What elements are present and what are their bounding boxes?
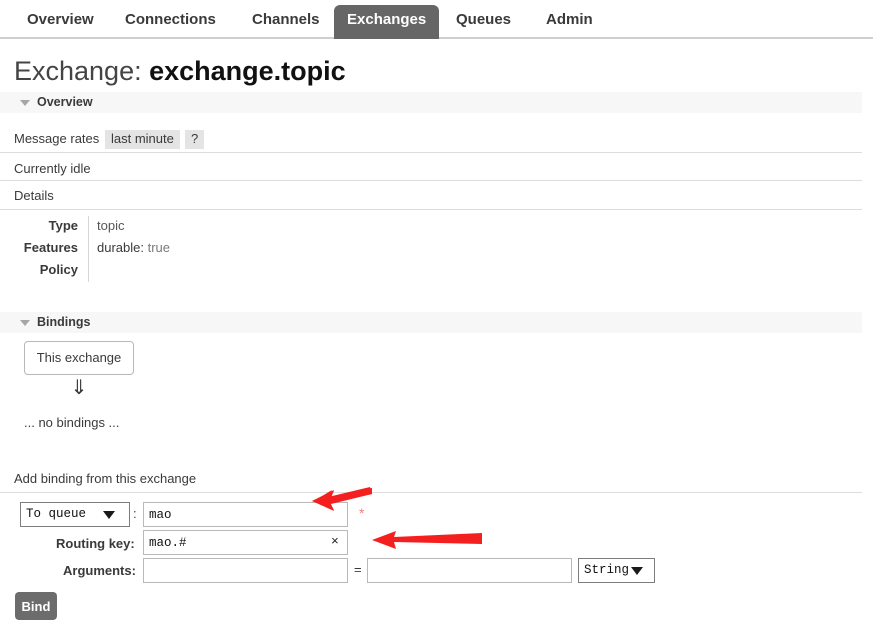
arrow-to-routing-key-annotation	[372, 531, 482, 549]
detail-key-policy: Policy	[39, 262, 78, 277]
tab-connections[interactable]: Connections	[112, 5, 229, 39]
tab-queues[interactable]: Queues	[443, 5, 524, 39]
rate-period-last-minute[interactable]: last minute	[105, 130, 180, 149]
divider	[88, 260, 89, 282]
destination-name-input[interactable]	[143, 502, 348, 527]
details-label: Details	[14, 188, 54, 203]
detail-value-type: topic	[97, 218, 125, 233]
argument-type-select[interactable]: String Number Boolean List	[578, 558, 655, 583]
clear-icon[interactable]: ×	[331, 534, 339, 550]
arguments-label: Arguments:	[63, 563, 136, 578]
feature-value-durable: true	[147, 240, 171, 255]
no-bindings-message: ... no bindings ...	[24, 415, 120, 430]
add-binding-heading: Add binding from this exchange	[14, 471, 197, 486]
divider	[0, 180, 862, 181]
divider	[88, 216, 89, 238]
tab-admin[interactable]: Admin	[533, 5, 606, 39]
divider	[88, 238, 89, 260]
double-arrow-down-icon: ⇓	[70, 377, 88, 399]
table-row: Type topic	[0, 216, 500, 238]
divider	[0, 152, 862, 153]
divider	[0, 492, 862, 493]
bind-button[interactable]: Bind	[15, 592, 57, 620]
argument-equals-separator: =	[354, 562, 362, 577]
feature-name-durable: durable:	[97, 240, 144, 255]
page-title: Exchange: exchange.topic	[14, 56, 346, 87]
chevron-down-icon	[20, 100, 30, 106]
exchange-details-table: Type topic Features durable: true Policy	[0, 216, 500, 282]
table-row: Features durable: true	[0, 238, 500, 260]
message-rates-label: Message rates	[14, 131, 100, 146]
page-title-exchange-name: exchange.topic	[149, 56, 346, 86]
tab-overview[interactable]: Overview	[14, 5, 107, 39]
status-text-currently-idle: Currently idle	[14, 161, 91, 176]
divider	[0, 209, 862, 210]
required-field-marker: *	[359, 505, 365, 521]
tab-exchanges[interactable]: Exchanges	[334, 5, 440, 39]
destination-type-select[interactable]: To queue To exchange	[20, 502, 130, 527]
section-label-bindings: Bindings	[37, 315, 91, 329]
detail-value-features: durable: true	[97, 240, 170, 255]
routing-key-label: Routing key:	[56, 536, 135, 551]
tab-channels[interactable]: Channels	[239, 5, 333, 39]
argument-key-input[interactable]	[143, 558, 348, 583]
help-icon[interactable]: ?	[185, 130, 205, 149]
detail-key-features: Features	[23, 240, 78, 255]
detail-key-type: Type	[48, 218, 78, 233]
section-label-overview: Overview	[37, 95, 93, 109]
this-exchange-node[interactable]: This exchange	[24, 341, 134, 375]
routing-key-input[interactable]	[143, 530, 348, 555]
table-row: Policy	[0, 260, 500, 282]
section-header-overview[interactable]: Overview	[0, 92, 862, 113]
page-title-prefix: Exchange:	[14, 56, 142, 86]
chevron-down-icon	[20, 320, 30, 326]
section-header-bindings[interactable]: Bindings	[0, 312, 862, 333]
destination-colon-separator: :	[133, 506, 137, 521]
argument-value-input[interactable]	[367, 558, 572, 583]
main-navigation-tabs: Overview Connections Channels Exchanges …	[0, 0, 873, 39]
